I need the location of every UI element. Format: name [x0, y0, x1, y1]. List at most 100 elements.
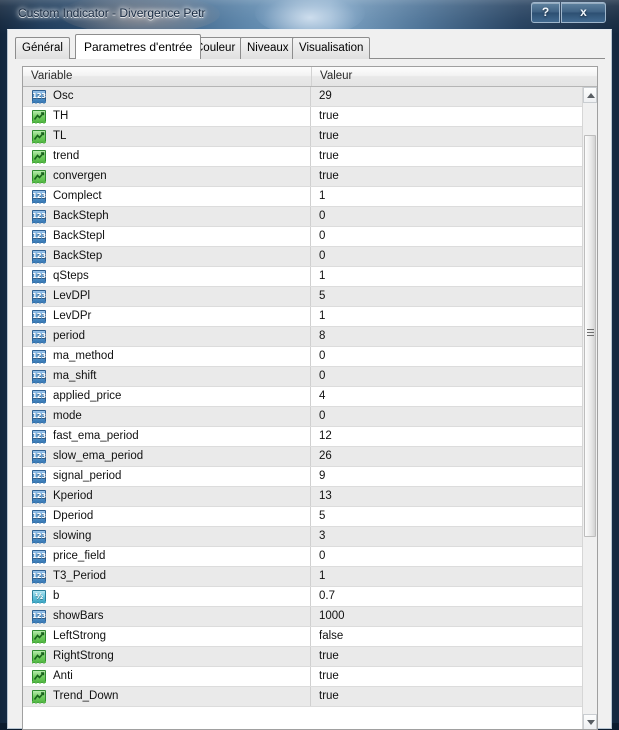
variable-cell[interactable]: Anti: [23, 667, 311, 686]
variable-cell[interactable]: trend: [23, 147, 311, 166]
value-cell[interactable]: 0: [311, 347, 582, 366]
table-row[interactable]: 123slow_ema_period26: [23, 447, 582, 467]
scroll-down-button[interactable]: [583, 714, 597, 730]
title-bar[interactable]: Custom Indicator - Divergence Petr ? x: [0, 0, 619, 30]
variable-cell[interactable]: RightStrong: [23, 647, 311, 666]
value-cell[interactable]: 0: [311, 227, 582, 246]
value-cell[interactable]: false: [311, 627, 582, 646]
variable-cell[interactable]: 123period: [23, 327, 311, 346]
variable-cell[interactable]: TL: [23, 127, 311, 146]
variable-cell[interactable]: 123Dperiod: [23, 507, 311, 526]
variable-cell[interactable]: 123showBars: [23, 607, 311, 626]
value-cell[interactable]: true: [311, 687, 582, 706]
value-cell[interactable]: 1000: [311, 607, 582, 626]
value-cell[interactable]: 13: [311, 487, 582, 506]
value-cell[interactable]: 0: [311, 247, 582, 266]
close-button[interactable]: x: [561, 2, 606, 23]
table-row[interactable]: 123ma_shift0: [23, 367, 582, 387]
variable-cell[interactable]: 123signal_period: [23, 467, 311, 486]
value-cell[interactable]: 3: [311, 527, 582, 546]
variable-cell[interactable]: ½b: [23, 587, 311, 606]
table-row[interactable]: convergentrue: [23, 167, 582, 187]
column-header-variable[interactable]: Variable: [23, 67, 311, 86]
value-cell[interactable]: true: [311, 647, 582, 666]
table-row[interactable]: 123period8: [23, 327, 582, 347]
value-cell[interactable]: 1: [311, 567, 582, 586]
table-row[interactable]: 123Kperiod13: [23, 487, 582, 507]
value-cell[interactable]: 0: [311, 547, 582, 566]
variable-cell[interactable]: 123BackSteph: [23, 207, 311, 226]
table-row[interactable]: 123slowing3: [23, 527, 582, 547]
table-row[interactable]: Antitrue: [23, 667, 582, 687]
variable-cell[interactable]: 123slowing: [23, 527, 311, 546]
table-row[interactable]: 123signal_period9: [23, 467, 582, 487]
value-cell[interactable]: 0: [311, 207, 582, 226]
table-row[interactable]: 123price_field0: [23, 547, 582, 567]
table-row[interactable]: 123LevDPr1: [23, 307, 582, 327]
table-row[interactable]: Trend_Downtrue: [23, 687, 582, 707]
value-cell[interactable]: 12: [311, 427, 582, 446]
table-row[interactable]: 123ma_method0: [23, 347, 582, 367]
help-button[interactable]: ?: [531, 2, 560, 23]
table-row[interactable]: RightStrongtrue: [23, 647, 582, 667]
value-cell[interactable]: 8: [311, 327, 582, 346]
variable-cell[interactable]: 123Kperiod: [23, 487, 311, 506]
variable-cell[interactable]: convergen: [23, 167, 311, 186]
table-row[interactable]: 123BackSteph0: [23, 207, 582, 227]
table-row[interactable]: 123qSteps1: [23, 267, 582, 287]
variable-cell[interactable]: 123mode: [23, 407, 311, 426]
value-cell[interactable]: 5: [311, 287, 582, 306]
value-cell[interactable]: true: [311, 147, 582, 166]
variable-cell[interactable]: TH: [23, 107, 311, 126]
scrollbar-thumb[interactable]: [584, 135, 596, 537]
value-cell[interactable]: 1: [311, 187, 582, 206]
value-cell[interactable]: true: [311, 667, 582, 686]
variable-cell[interactable]: 123ma_shift: [23, 367, 311, 386]
value-cell[interactable]: 0: [311, 367, 582, 386]
scroll-up-button[interactable]: [583, 87, 597, 103]
value-cell[interactable]: true: [311, 167, 582, 186]
value-cell[interactable]: 5: [311, 507, 582, 526]
variable-cell[interactable]: Trend_Down: [23, 687, 311, 706]
variable-cell[interactable]: 123fast_ema_period: [23, 427, 311, 446]
variable-cell[interactable]: 123ma_method: [23, 347, 311, 366]
table-row[interactable]: 123showBars1000: [23, 607, 582, 627]
table-row[interactable]: trendtrue: [23, 147, 582, 167]
value-cell[interactable]: true: [311, 107, 582, 126]
table-row[interactable]: ½b0.7: [23, 587, 582, 607]
table-row[interactable]: 123Osc29: [23, 87, 582, 107]
column-header-valeur[interactable]: Valeur: [311, 67, 597, 86]
value-cell[interactable]: true: [311, 127, 582, 146]
value-cell[interactable]: 9: [311, 467, 582, 486]
table-row[interactable]: TLtrue: [23, 127, 582, 147]
table-row[interactable]: 123BackStep0: [23, 247, 582, 267]
value-cell[interactable]: 26: [311, 447, 582, 466]
variable-cell[interactable]: 123qSteps: [23, 267, 311, 286]
table-row[interactable]: 123mode0: [23, 407, 582, 427]
variable-cell[interactable]: 123Complect: [23, 187, 311, 206]
tab-niveaux[interactable]: Niveaux: [240, 37, 296, 59]
variable-cell[interactable]: 123price_field: [23, 547, 311, 566]
tab-general[interactable]: Général: [15, 37, 70, 59]
variable-cell[interactable]: 123applied_price: [23, 387, 311, 406]
variable-cell[interactable]: 123BackStepl: [23, 227, 311, 246]
variable-cell[interactable]: 123LevDPr: [23, 307, 311, 326]
variable-cell[interactable]: 123Osc: [23, 87, 311, 106]
grid-vertical-scrollbar[interactable]: [582, 87, 597, 730]
value-cell[interactable]: 1: [311, 267, 582, 286]
variable-cell[interactable]: 123T3_Period: [23, 567, 311, 586]
value-cell[interactable]: 29: [311, 87, 582, 106]
value-cell[interactable]: 0: [311, 407, 582, 426]
variable-cell[interactable]: LeftStrong: [23, 627, 311, 646]
table-row[interactable]: 123Complect1: [23, 187, 582, 207]
variable-cell[interactable]: 123LevDPl: [23, 287, 311, 306]
variable-cell[interactable]: 123BackStep: [23, 247, 311, 266]
table-row[interactable]: 123applied_price4: [23, 387, 582, 407]
tab-input-parameters[interactable]: Parametres d'entrée: [75, 34, 201, 59]
variable-cell[interactable]: 123slow_ema_period: [23, 447, 311, 466]
table-row[interactable]: 123T3_Period1: [23, 567, 582, 587]
value-cell[interactable]: 1: [311, 307, 582, 326]
table-row[interactable]: 123fast_ema_period12: [23, 427, 582, 447]
tab-visualisation[interactable]: Visualisation: [292, 37, 370, 59]
value-cell[interactable]: 0.7: [311, 587, 582, 606]
